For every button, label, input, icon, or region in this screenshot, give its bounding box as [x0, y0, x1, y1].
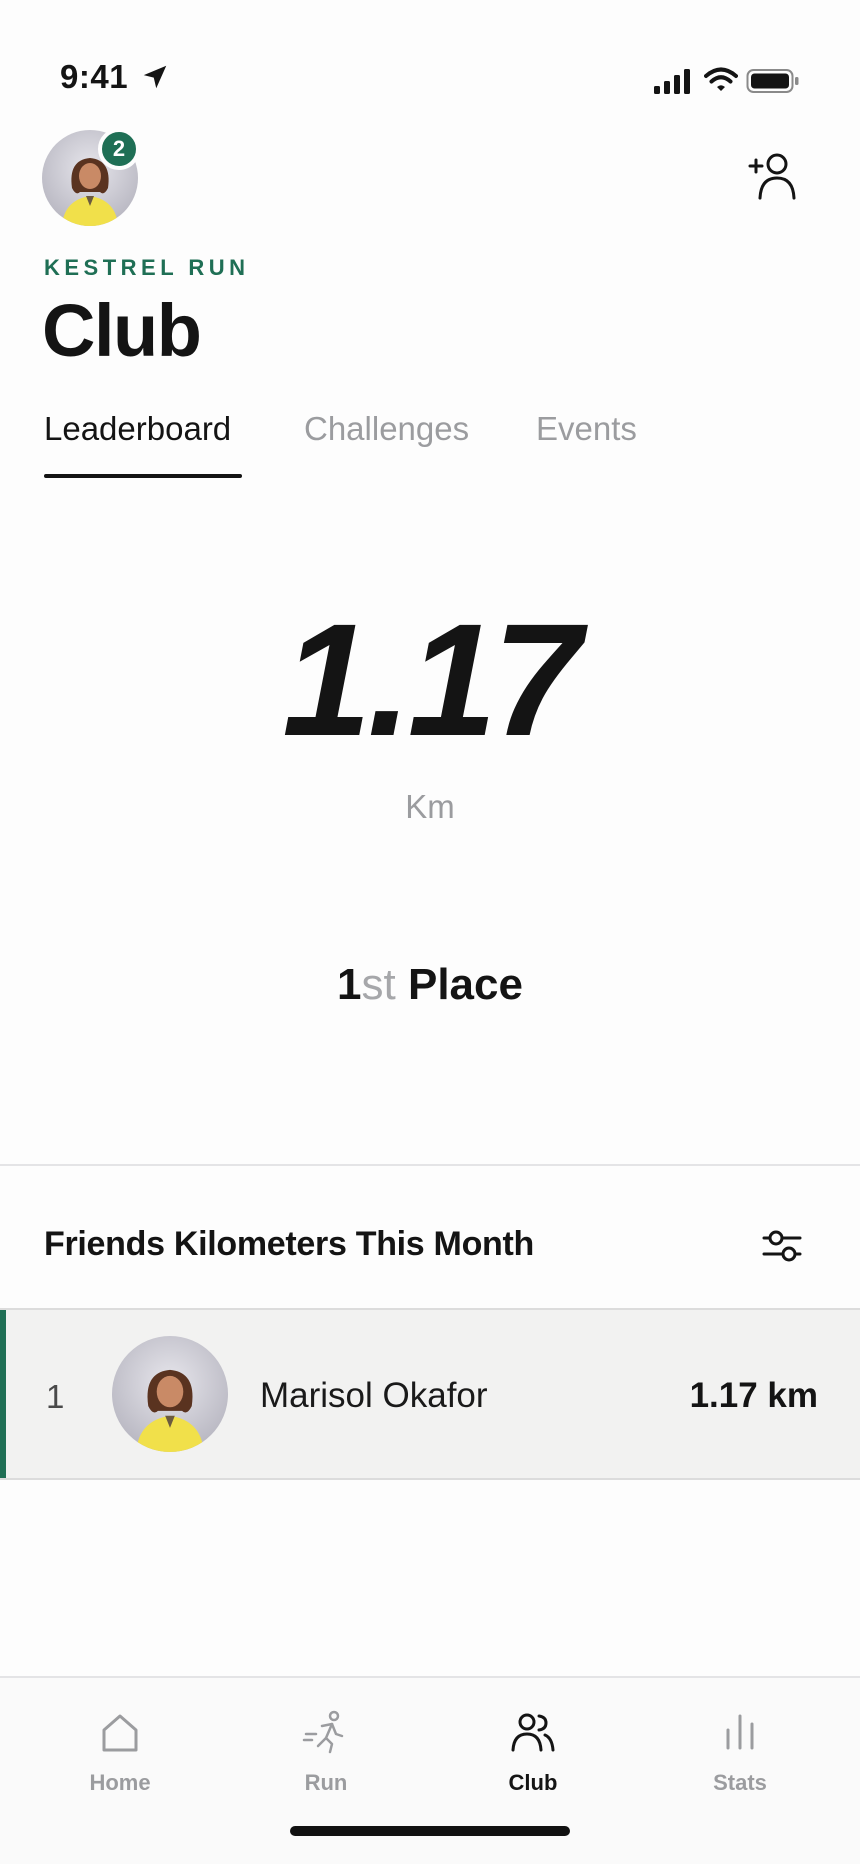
- nav-run-label: Run: [304, 1770, 348, 1795]
- person-photo-icon: [136, 1369, 204, 1452]
- battery-icon: [746, 69, 799, 93]
- brand-name: KESTREL RUN: [44, 255, 250, 280]
- nav-run[interactable]: Run: [256, 1708, 396, 1796]
- total-distance-value: 1.17: [282, 590, 581, 769]
- place-suffix: st: [361, 960, 396, 1009]
- place-word: Place: [407, 960, 523, 1009]
- runner-icon: [302, 1710, 344, 1754]
- place-number: 1: [337, 960, 362, 1009]
- nav-club-label: Club: [508, 1770, 558, 1795]
- place-ranking: 1st Place: [0, 960, 860, 1010]
- cellular-signal-icon: [654, 69, 690, 94]
- nav-stats[interactable]: Stats: [670, 1708, 810, 1796]
- tab-challenges[interactable]: Challenges: [304, 410, 469, 448]
- club-people-icon: [511, 1713, 555, 1752]
- location-arrow-icon: [143, 65, 167, 89]
- row-name: Marisol Okafor: [260, 1376, 488, 1415]
- row-highlight-accent: [0, 1310, 6, 1478]
- row-distance: 1.17 km: [689, 1376, 818, 1415]
- home-icon: [102, 1714, 138, 1752]
- status-bar: 9:41: [0, 0, 860, 110]
- notification-badge: 2: [98, 128, 140, 170]
- add-person-icon[interactable]: [746, 150, 798, 202]
- row-rank: 1: [46, 1378, 65, 1415]
- segment-tabs: Leaderboard Challenges Events: [44, 410, 824, 480]
- row-avatar: [112, 1336, 228, 1452]
- sliders-icon[interactable]: [760, 1226, 804, 1266]
- nav-home[interactable]: Home: [50, 1708, 190, 1796]
- leaderboard-title: Friends Kilometers This Month: [44, 1225, 535, 1263]
- nav-home-label: Home: [89, 1770, 151, 1795]
- tab-leaderboard[interactable]: Leaderboard: [44, 410, 231, 448]
- status-time: 9:41: [60, 58, 129, 95]
- stats-bars-icon: [726, 1714, 754, 1750]
- leaderboard-row[interactable]: 1 Marisol Okafor 1.17 km: [0, 1308, 860, 1480]
- wifi-icon: [704, 67, 738, 91]
- tab-events[interactable]: Events: [536, 410, 637, 448]
- nav-stats-label: Stats: [713, 1770, 767, 1795]
- home-indicator: [290, 1826, 570, 1836]
- distance-unit: Km: [405, 788, 455, 825]
- nav-club[interactable]: Club: [463, 1708, 603, 1796]
- page-title: Club: [42, 289, 202, 372]
- section-divider: [0, 1164, 860, 1166]
- active-tab-indicator: [44, 474, 242, 478]
